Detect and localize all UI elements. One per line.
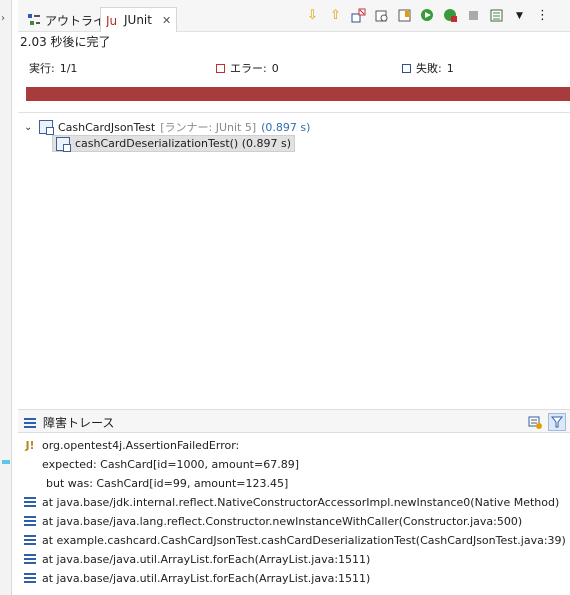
stack-trace-icon [24, 417, 36, 428]
test-method-failed-icon [56, 136, 71, 152]
close-icon[interactable]: ✕ [162, 14, 171, 27]
tree-item-test-class[interactable]: ⌄ CashCardJsonTest [ランナー: JUnit 5] (0.89… [24, 119, 310, 135]
errors-label: エラー: [230, 62, 267, 75]
runs-label: 実行: [29, 62, 55, 75]
test-run-history-icon[interactable] [489, 8, 504, 23]
failures-counter: 失敗: 1 [402, 60, 454, 76]
trace-line[interactable]: at java.base/java.util.ArrayList.forEach… [24, 550, 370, 568]
filter-stack-trace-icon[interactable] [548, 413, 566, 431]
test-runner-label: [ランナー: JUnit 5] [160, 121, 257, 134]
trace-line[interactable]: at java.base/java.util.ArrayList.forEach… [24, 569, 370, 587]
svg-text:Ju: Ju [106, 14, 117, 27]
tab-junit[interactable]: Ju JUnit ✕ [100, 7, 178, 32]
exception-icon: J! [25, 438, 35, 452]
junit-view: アウトライン Ju JUnit ✕ ⇩ ⇧ ▼ ⋮ 2.03 秒後に完了 実行:… [18, 0, 570, 595]
trace-line[interactable]: expected: CashCard[id=1000, amount=67.89… [42, 455, 299, 473]
stack-frame-icon [24, 573, 36, 583]
stop-icon[interactable] [466, 8, 481, 23]
test-suite-failed-icon [39, 120, 54, 135]
trace-line-text: at java.base/java.util.ArrayList.forEach… [42, 571, 371, 585]
trace-line[interactable]: at java.base/java.lang.reflect.Construct… [24, 512, 522, 530]
test-method-name: cashCardDeserializationTest() (0.897 s) [75, 137, 292, 150]
run-status-text: 2.03 秒後に完了 [20, 35, 111, 49]
failure-trace-title: 障害トレース [43, 416, 115, 430]
trace-line-text: at java.base/java.util.ArrayList.forEach… [42, 552, 371, 566]
junit-icon: Ju [106, 14, 117, 27]
view-menu-icon[interactable]: ⋮ [535, 8, 550, 23]
scroll-marker [2, 460, 10, 464]
outline-icon [28, 14, 40, 25]
trace-line[interactable]: J! org.opentest4j.AssertionFailedError: [24, 436, 239, 454]
trace-line-text: org.opentest4j.AssertionFailedError: [42, 438, 240, 452]
stack-frame-icon [24, 497, 36, 507]
previous-failure-icon[interactable]: ⇧ [328, 8, 343, 23]
view-tab-bar: アウトライン Ju JUnit ✕ ⇩ ⇧ ▼ ⋮ [18, 0, 570, 32]
test-tree: ⌄ CashCardJsonTest [ランナー: JUnit 5] (0.89… [18, 112, 570, 408]
stack-frame-icon [24, 554, 36, 564]
trace-line-text: at java.base/jdk.internal.reflect.Native… [42, 495, 560, 509]
errors-value: 0 [271, 61, 279, 75]
runs-value: 1/1 [59, 61, 78, 75]
test-class-time: (0.897 s) [261, 120, 311, 134]
collapse-all-icon[interactable] [397, 8, 412, 23]
tab-junit-label: JUnit [124, 13, 152, 27]
runs-counter: 実行: 1/1 [29, 60, 77, 76]
trace-line-text: but was: CashCard[id=99, amount=123.45] [46, 476, 289, 490]
rerun-test-icon[interactable] [420, 8, 435, 23]
expand-arrow-icon[interactable]: ⌄ [24, 122, 34, 133]
show-failures-only-icon[interactable] [351, 8, 366, 23]
failures-value: 1 [446, 61, 454, 75]
error-icon [216, 63, 225, 73]
trace-line-text: at example.cashcard.CashCardJsonTest.cas… [42, 533, 566, 547]
test-progress-bar [26, 87, 570, 101]
stack-frame-icon [24, 516, 36, 526]
next-failure-icon[interactable]: ⇩ [305, 8, 320, 23]
failure-trace-header: 障害トレース [18, 409, 570, 433]
failures-label: 失敗: [416, 62, 442, 75]
trace-line[interactable]: at example.cashcard.CashCardJsonTest.cas… [24, 531, 566, 549]
tree-item-test-method[interactable]: cashCardDeserializationTest() (0.897 s) [52, 135, 296, 152]
trace-line-text: expected: CashCard[id=1000, amount=67.89… [42, 457, 299, 471]
left-view-strip: › [0, 0, 12, 595]
trace-line[interactable]: at java.base/jdk.internal.reflect.Native… [24, 493, 559, 511]
trace-line[interactable]: but was: CashCard[id=99, amount=123.45] [46, 474, 288, 492]
failure-icon [402, 63, 411, 73]
rerun-failed-first-icon[interactable] [443, 8, 458, 23]
trace-line-text: at java.base/java.lang.reflect.Construct… [42, 514, 523, 528]
stack-frame-icon [24, 535, 36, 545]
junit-toolbar: ⇩ ⇧ ▼ ⋮ [305, 8, 550, 23]
errors-counter: エラー: 0 [216, 60, 279, 76]
test-class-name: CashCardJsonTest [58, 120, 156, 134]
view-chevron-icon[interactable]: › [1, 13, 5, 24]
history-dropdown-icon[interactable]: ▼ [512, 8, 527, 23]
compare-result-icon[interactable] [526, 413, 544, 431]
scroll-lock-icon[interactable] [374, 8, 389, 23]
test-counters: 実行: 1/1 エラー: 0 失敗: 1 [18, 60, 570, 76]
